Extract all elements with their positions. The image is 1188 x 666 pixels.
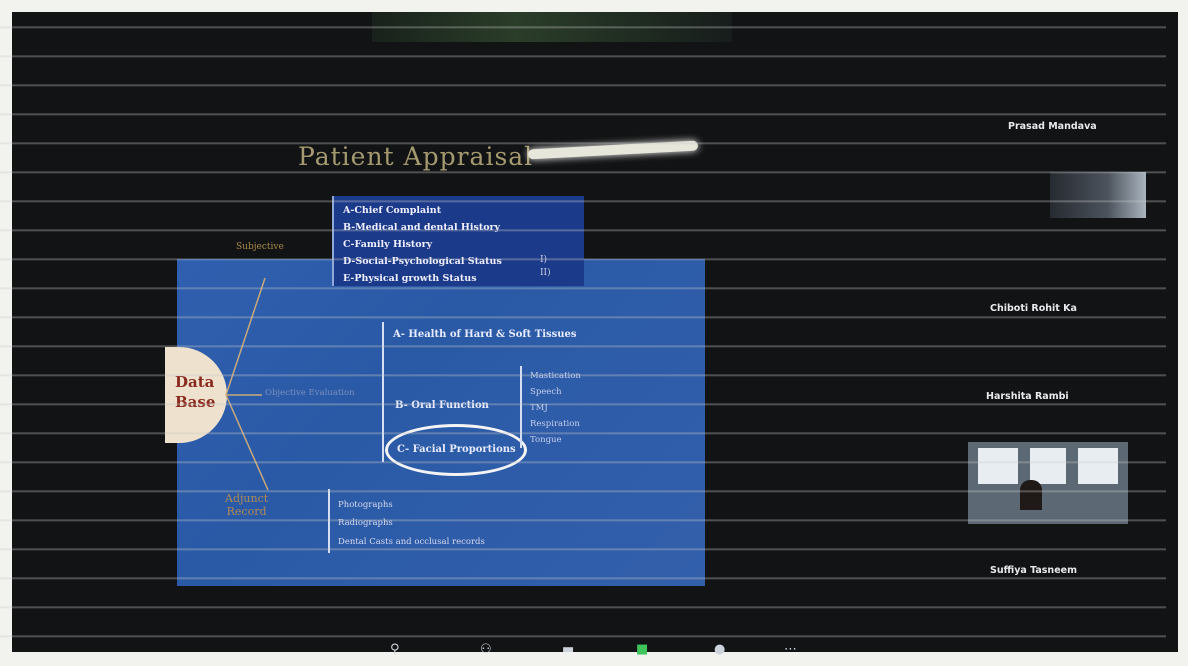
oral-function-item: Respiration: [530, 419, 580, 429]
window-shape: [1030, 448, 1066, 484]
section-hard-soft: A- Health of Hard & Soft Tissues: [393, 329, 577, 340]
participants-icon[interactable]: ⚇: [480, 642, 492, 657]
adjunct-item: Photographs: [338, 500, 393, 510]
chat-icon[interactable]: ▬: [562, 642, 574, 657]
participant-name[interactable]: Suffiya Tasneem: [990, 565, 1077, 576]
window-shape: [978, 448, 1018, 484]
participant-name[interactable]: Prasad Mandava: [1008, 121, 1097, 132]
more-icon[interactable]: ⋯: [784, 642, 797, 657]
adjunct-item: Dental Casts and occlusal records: [338, 537, 485, 547]
window-shape: [1078, 448, 1118, 484]
adjunct-line1: Adjunct: [225, 492, 269, 505]
line-adjunct: [225, 394, 269, 491]
adjunct-label: Adjunct Record: [225, 492, 268, 518]
person-silhouette: [1020, 480, 1042, 510]
oral-brace: [520, 366, 522, 448]
oral-function-item: Mastication: [530, 371, 581, 381]
oral-function-item: TMJ: [530, 403, 548, 413]
objective-label: Objective Evaluation: [265, 388, 355, 398]
oral-function-item: Speech: [530, 387, 562, 397]
objective-brace: [382, 322, 384, 462]
facial-proportions-oval: [385, 424, 527, 476]
participant-name[interactable]: Harshita Rambi: [986, 391, 1069, 402]
record-icon[interactable]: ●: [714, 642, 725, 657]
section-oral-function: B- Oral Function: [395, 400, 489, 411]
participant-video[interactable]: [968, 442, 1128, 524]
line-subjective: [225, 277, 266, 396]
participant-video[interactable]: [1050, 172, 1146, 218]
meeting-toolbar: ⚲ ⚇ ▬ ■ ● ⋯: [380, 638, 820, 660]
participant-name[interactable]: Chiboti Rohit Ka: [990, 303, 1077, 314]
adjunct-item: Radiographs: [338, 518, 393, 528]
oral-function-item: Tongue: [530, 435, 562, 445]
share-screen-icon[interactable]: ■: [636, 642, 648, 657]
adjunct-line2: Record: [226, 505, 267, 518]
mic-icon[interactable]: ⚲: [390, 642, 400, 657]
adjunct-brace: [328, 489, 330, 553]
